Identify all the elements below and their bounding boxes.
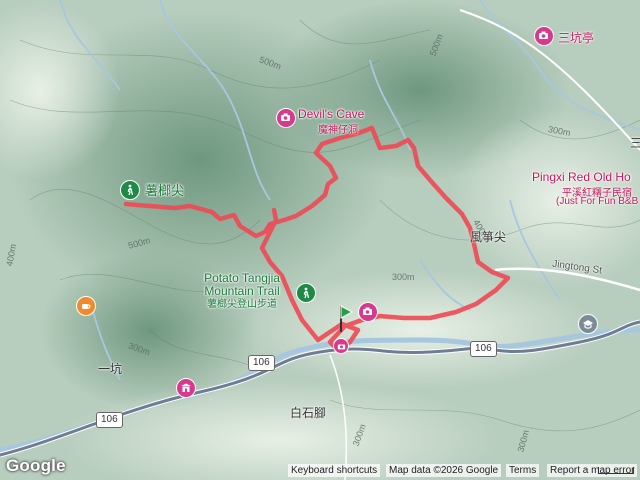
route-shield-106: 106 bbox=[470, 341, 497, 357]
camera-icon[interactable] bbox=[333, 338, 349, 354]
place-label-yikeng[interactable]: 一坑 bbox=[98, 360, 122, 377]
edge-label: 三 bbox=[630, 136, 640, 150]
route-shield-106: 106 bbox=[248, 355, 275, 371]
poi-sublabel-devils-cave: 魔神仔洞 bbox=[318, 125, 358, 136]
poi-label-devils-cave[interactable]: Devil's Cave bbox=[298, 107, 364, 121]
school-icon[interactable] bbox=[578, 314, 598, 334]
start-flag-icon[interactable] bbox=[338, 304, 354, 334]
shrine-icon[interactable] bbox=[176, 378, 196, 398]
poi-sublabel-pingxi-red-en: (Just For Fun B&B bbox=[556, 196, 639, 207]
poi-label-sankengting[interactable]: 三坑亭 bbox=[558, 29, 594, 46]
map-canvas[interactable]: 500m 500m 500m 400m 400m 300m 300m 300m … bbox=[0, 0, 640, 480]
camera-icon[interactable] bbox=[358, 302, 378, 322]
place-label-shubangjian[interactable]: 薯榔尖 bbox=[145, 184, 184, 197]
terms-link[interactable]: Terms bbox=[506, 464, 540, 477]
map-footer: Google Keyboard shortcuts Map data ©2026… bbox=[0, 456, 640, 480]
park-label-zh: 薯榔尖登山步道 bbox=[207, 299, 277, 310]
keyboard-shortcuts-link[interactable]: Keyboard shortcuts bbox=[288, 464, 381, 477]
park-label-potato-trail[interactable]: Potato Tangjia Mountain Trail 薯榔尖登山步道 bbox=[186, 272, 298, 311]
hiker-icon[interactable] bbox=[120, 180, 140, 200]
scale-bar[interactable] bbox=[598, 467, 634, 474]
poi-label-pingxi-red[interactable]: Pingxi Red Old Ho bbox=[532, 170, 631, 184]
coffee-icon[interactable] bbox=[76, 296, 96, 316]
hiker-icon[interactable] bbox=[296, 283, 316, 303]
place-label-baishijiao[interactable]: 白石腳 bbox=[290, 404, 326, 421]
map-data-attribution: Map data ©2026 Google bbox=[386, 464, 502, 477]
contour-label: 300m bbox=[392, 272, 415, 282]
park-label-line2: Mountain Trail bbox=[204, 284, 280, 298]
google-logo: Google bbox=[6, 456, 66, 475]
route-shield-106: 106 bbox=[96, 412, 123, 428]
camera-icon[interactable] bbox=[534, 26, 554, 46]
camera-icon[interactable] bbox=[276, 108, 296, 128]
place-label-fengzhengjian[interactable]: 風箏尖 bbox=[470, 228, 506, 245]
